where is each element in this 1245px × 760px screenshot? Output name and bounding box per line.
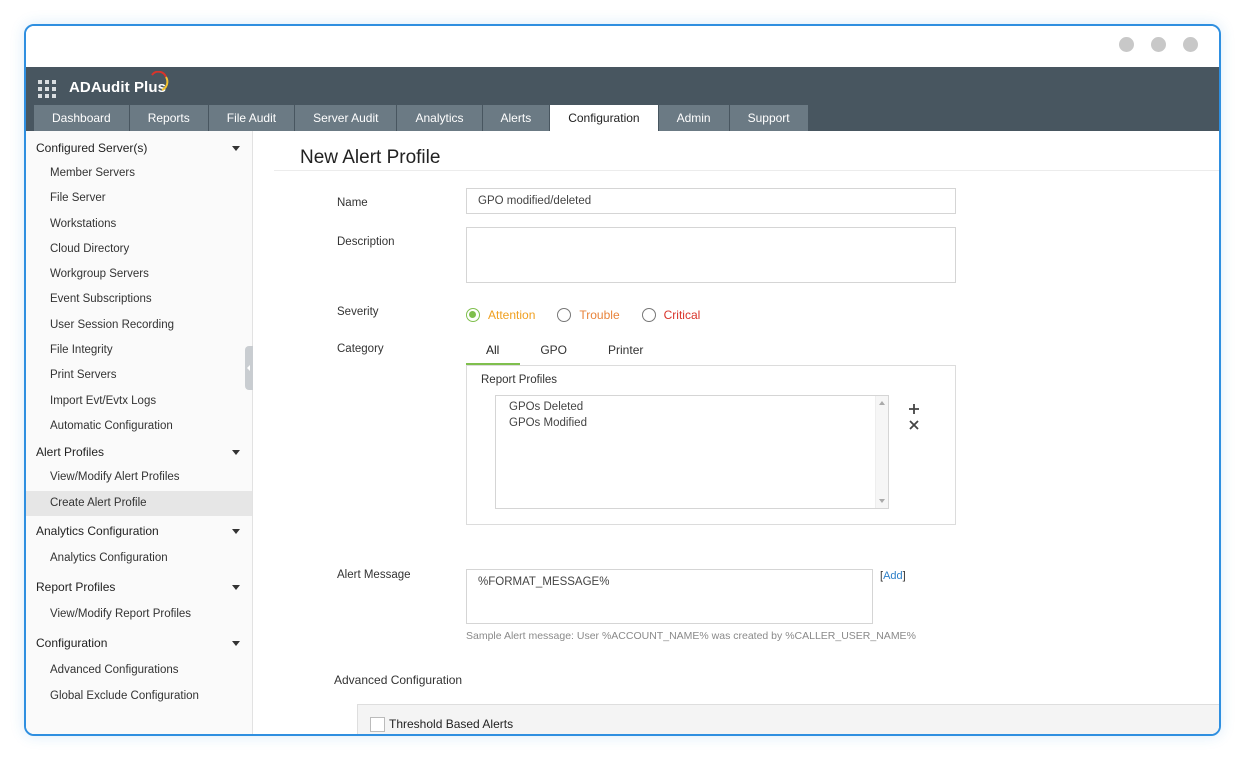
sidebar-item-user-session-recording[interactable]: User Session Recording	[26, 313, 252, 338]
severity-critical-radio[interactable]	[641, 308, 656, 322]
add-variable-link-group: [Add]	[880, 570, 906, 582]
caret-down-icon[interactable]	[232, 146, 240, 151]
sidebar-section-analytics-configuration[interactable]: Analytics Configuration	[26, 518, 252, 544]
sidebar-section-title: Alert Profiles	[36, 445, 105, 460]
severity-critical-label[interactable]: Critical	[664, 308, 701, 322]
sidebar-section-title: Configured Server(s)	[36, 141, 148, 155]
window-control-dot[interactable]	[1151, 37, 1166, 52]
report-profiles-listbox[interactable]: GPOs Deleted GPOs Modified	[495, 395, 889, 509]
sample-alert-message: Sample Alert message: User %ACCOUNT_NAME…	[466, 630, 916, 642]
sidebar-item-event-subscriptions[interactable]: Event Subscriptions	[26, 287, 252, 312]
category-tabs: All GPO Printer	[466, 339, 664, 365]
scroll-down-icon[interactable]	[879, 499, 885, 503]
caret-down-icon[interactable]	[232, 641, 240, 647]
bracket-close: ]	[902, 570, 906, 582]
alert-message-textarea[interactable]: %FORMAT_MESSAGE%	[466, 569, 873, 624]
sidebar-item-member-servers[interactable]: Member Servers	[26, 161, 252, 186]
window-control-dot[interactable]	[1119, 37, 1134, 52]
sidebar-section-title: Report Profiles	[36, 580, 116, 595]
sidebar-item-view-modify-alert-profiles[interactable]: View/Modify Alert Profiles	[26, 465, 252, 490]
category-tab-all[interactable]: All	[466, 339, 521, 365]
add-link[interactable]: Add	[883, 570, 903, 582]
window-titlebar	[26, 26, 1219, 67]
list-item[interactable]: GPOs Deleted	[496, 399, 888, 415]
sidebar-item-automatic-configuration[interactable]: Automatic Configuration	[26, 414, 252, 439]
sidebar-section-report-profiles[interactable]: Report Profiles	[26, 574, 252, 600]
category-label: Category	[337, 343, 384, 355]
sidebar-item-view-modify-report-profiles[interactable]: View/Modify Report Profiles	[26, 602, 252, 627]
category-panel: Report Profiles GPOs Deleted GPOs Modifi…	[466, 365, 956, 525]
category-tab-printer[interactable]: Printer	[588, 339, 664, 365]
threshold-alerts-panel: Threshold Based Alerts	[357, 704, 1219, 734]
app-header: ADAudit Plus Dashboard Reports File Audi…	[26, 67, 1219, 131]
name-input[interactable]: GPO modified/deleted	[466, 188, 956, 214]
tab-alerts[interactable]: Alerts	[482, 105, 550, 131]
sidebar-item-print-servers[interactable]: Print Servers	[26, 363, 252, 388]
tab-reports[interactable]: Reports	[129, 105, 208, 131]
sidebar-item-cloud-directory[interactable]: Cloud Directory	[26, 237, 252, 262]
app-window: ADAudit Plus Dashboard Reports File Audi…	[24, 24, 1221, 736]
sidebar-item-import-evt-logs[interactable]: Import Evt/Evtx Logs	[26, 389, 252, 414]
severity-trouble-label[interactable]: Trouble	[579, 308, 619, 322]
sidebar-item-analytics-configuration[interactable]: Analytics Configuration	[26, 546, 252, 571]
name-label: Name	[337, 197, 368, 209]
sidebar: Configured Server(s) Member Servers File…	[26, 131, 253, 734]
report-profiles-label: Report Profiles	[481, 374, 558, 386]
description-label: Description	[337, 236, 395, 248]
caret-down-icon[interactable]	[232, 450, 240, 456]
category-tab-gpo[interactable]: GPO	[520, 339, 588, 365]
sidebar-item-workstations[interactable]: Workstations	[26, 212, 252, 237]
severity-attention-label[interactable]: Attention	[488, 308, 535, 322]
sidebar-item-file-server[interactable]: File Server	[26, 186, 252, 211]
logo-arc-icon	[151, 71, 169, 91]
main-content: New Alert Profile Name GPO modified/dele…	[254, 131, 1219, 734]
severity-attention-radio[interactable]	[466, 308, 480, 322]
tab-support[interactable]: Support	[729, 105, 808, 131]
listbox-scrollbar[interactable]	[875, 396, 888, 508]
sidebar-section-title: Configuration	[36, 636, 108, 651]
advanced-configuration-label: Advanced Configuration	[334, 673, 463, 687]
window-control-dot[interactable]	[1183, 37, 1198, 52]
severity-trouble-radio[interactable]	[557, 308, 572, 322]
app-grid-icon[interactable]	[38, 80, 56, 98]
sidebar-item-file-integrity[interactable]: File Integrity	[26, 338, 252, 363]
sidebar-item-advanced-configurations[interactable]: Advanced Configurations	[26, 658, 252, 683]
list-item[interactable]: GPOs Modified	[496, 415, 888, 431]
threshold-alerts-checkbox[interactable]	[370, 717, 385, 732]
tab-analytics[interactable]: Analytics	[397, 105, 482, 131]
main-nav-tabs: Dashboard Reports File Audit Server Audi…	[34, 105, 809, 131]
sidebar-section-configuration[interactable]: Configuration	[26, 630, 252, 656]
alert-message-label: Alert Message	[337, 569, 411, 581]
sidebar-item-global-exclude-configuration[interactable]: Global Exclude Configuration	[26, 684, 252, 709]
severity-radio-group: Attention Trouble Critical	[466, 308, 722, 322]
sidebar-collapse-handle[interactable]	[245, 346, 253, 390]
sidebar-section-configured-servers[interactable]: Configured Server(s)	[26, 135, 252, 161]
threshold-alerts-label[interactable]: Threshold Based Alerts	[389, 717, 513, 731]
page-title: New Alert Profile	[300, 147, 441, 168]
tab-configuration[interactable]: Configuration	[550, 105, 658, 131]
sidebar-section-alert-profiles[interactable]: Alert Profiles	[26, 439, 252, 465]
caret-down-icon[interactable]	[232, 528, 240, 534]
tab-admin[interactable]: Admin	[658, 105, 729, 131]
sidebar-item-create-alert-profile[interactable]: Create Alert Profile	[26, 490, 252, 516]
scroll-up-icon[interactable]	[879, 401, 885, 405]
tab-file-audit[interactable]: File Audit	[208, 105, 295, 131]
sidebar-section-title: Analytics Configuration	[36, 523, 159, 538]
severity-label: Severity	[337, 306, 379, 318]
caret-down-icon[interactable]	[232, 585, 240, 591]
close-icon[interactable]	[909, 420, 919, 430]
sidebar-item-workgroup-servers[interactable]: Workgroup Servers	[26, 262, 252, 287]
description-textarea[interactable]	[466, 227, 956, 283]
tab-dashboard[interactable]: Dashboard	[34, 105, 129, 131]
tab-server-audit[interactable]: Server Audit	[295, 105, 397, 131]
title-divider	[274, 170, 1219, 171]
plus-icon[interactable]	[908, 403, 920, 415]
